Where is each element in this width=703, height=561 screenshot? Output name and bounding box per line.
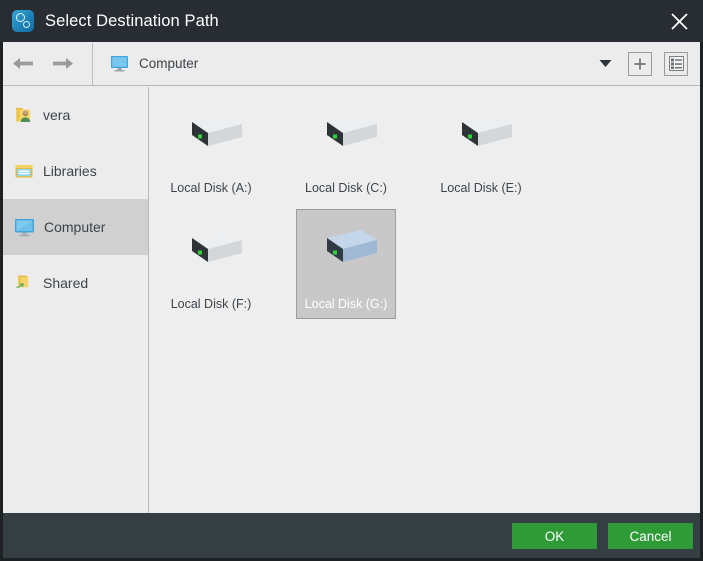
sidebar-item-label: vera [43,107,70,123]
window-title: Select Destination Path [45,12,219,31]
cancel-button[interactable]: Cancel [608,523,693,549]
drive-item-g[interactable]: Local Disk (G:) [296,209,396,319]
close-icon [670,12,689,31]
sidebar-item-libraries[interactable]: Libraries [3,143,148,199]
view-mode-button[interactable] [664,52,688,76]
navigation-toolbar: Computer [3,42,700,86]
computer-monitor-icon [14,218,35,237]
breadcrumb[interactable]: Computer [93,43,588,85]
window-frame-left [0,42,3,561]
places-sidebar: vera Libraries Computer [3,87,149,513]
chevron-down-icon [599,59,612,68]
drive-label: Local Disk (G:) [305,297,388,311]
hard-disk-icon [178,226,244,277]
drive-label: Local Disk (A:) [170,181,251,195]
drive-label: Local Disk (F:) [171,297,252,311]
file-list-panel: Local Disk (A:) Local Disk (C:) [150,87,700,513]
hard-disk-icon [313,110,379,161]
drive-item-c[interactable]: Local Disk (C:) [296,93,396,203]
title-bar: Select Destination Path [0,0,703,42]
drive-label: Local Disk (C:) [305,181,387,195]
forward-button[interactable] [43,43,83,85]
path-dropdown-button[interactable] [588,43,622,85]
close-button[interactable] [655,0,703,42]
drive-item-f[interactable]: Local Disk (F:) [161,209,261,319]
arrow-right-icon [51,55,75,72]
hard-disk-icon [313,226,379,277]
ok-button[interactable]: OK [512,523,597,549]
computer-monitor-icon [110,55,129,72]
sidebar-item-label: Computer [44,219,105,235]
hard-disk-icon [448,110,514,161]
dialog-footer: OK Cancel [3,513,700,558]
drive-item-a[interactable]: Local Disk (A:) [161,93,261,203]
select-destination-path-dialog: Select Destination Path [0,0,703,561]
back-button[interactable] [3,43,43,85]
drive-grid: Local Disk (A:) Local Disk (C:) [161,93,700,325]
arrow-left-icon [11,55,35,72]
app-clock-gear-icon [12,10,34,32]
sidebar-item-label: Shared [43,275,88,291]
shared-folder-icon [14,273,34,293]
libraries-folder-icon [14,161,34,181]
plus-box-icon [633,57,647,71]
drive-label: Local Disk (E:) [440,181,521,195]
breadcrumb-label: Computer [139,56,198,71]
new-folder-button[interactable] [628,52,652,76]
sidebar-item-label: Libraries [43,163,97,179]
drive-item-e[interactable]: Local Disk (E:) [431,93,531,203]
sidebar-item-shared[interactable]: Shared [3,255,148,311]
sidebar-item-computer[interactable]: Computer [3,199,148,255]
list-view-icon [669,56,684,71]
sidebar-item-vera[interactable]: vera [3,87,148,143]
hard-disk-icon [178,110,244,161]
user-folder-icon [14,105,34,125]
